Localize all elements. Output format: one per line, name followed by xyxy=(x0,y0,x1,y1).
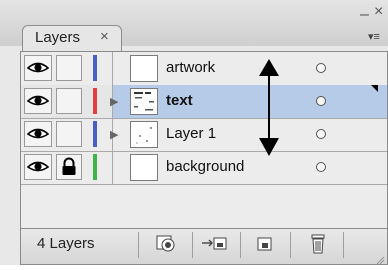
new-layer-button[interactable] xyxy=(249,232,283,256)
close-icon[interactable]: × xyxy=(374,3,383,21)
panel-menu-icon[interactable]: ▾≡ xyxy=(368,30,380,43)
tab-close-icon[interactable]: × xyxy=(100,28,109,45)
reorder-arrow-icon xyxy=(259,59,279,156)
footer-divider xyxy=(343,232,344,258)
make-clipping-mask-button[interactable] xyxy=(149,232,183,256)
delete-layer-button[interactable] xyxy=(303,232,337,256)
footer-divider xyxy=(138,232,139,258)
footer-divider xyxy=(192,232,193,258)
footer-divider xyxy=(240,232,241,258)
panel-tab-strip: Layers × – × ▾≡ xyxy=(0,0,388,51)
create-sublayer-button[interactable] xyxy=(199,232,233,256)
minimize-icon[interactable]: – xyxy=(360,6,369,24)
panel-footer: 4 Layers xyxy=(20,229,388,265)
layers-list: artwork ▶ text ▶ Layer 1 background xyxy=(20,51,388,229)
resize-grip-icon[interactable] xyxy=(375,252,385,265)
tab-layers[interactable]: Layers × xyxy=(22,25,122,51)
layer-count: 4 Layers xyxy=(37,235,95,252)
tab-layers-label: Layers xyxy=(35,29,81,46)
footer-divider xyxy=(290,232,291,258)
layers-panel: Layers × – × ▾≡ artwork ▶ text ▶ Layer 1… xyxy=(0,0,388,265)
